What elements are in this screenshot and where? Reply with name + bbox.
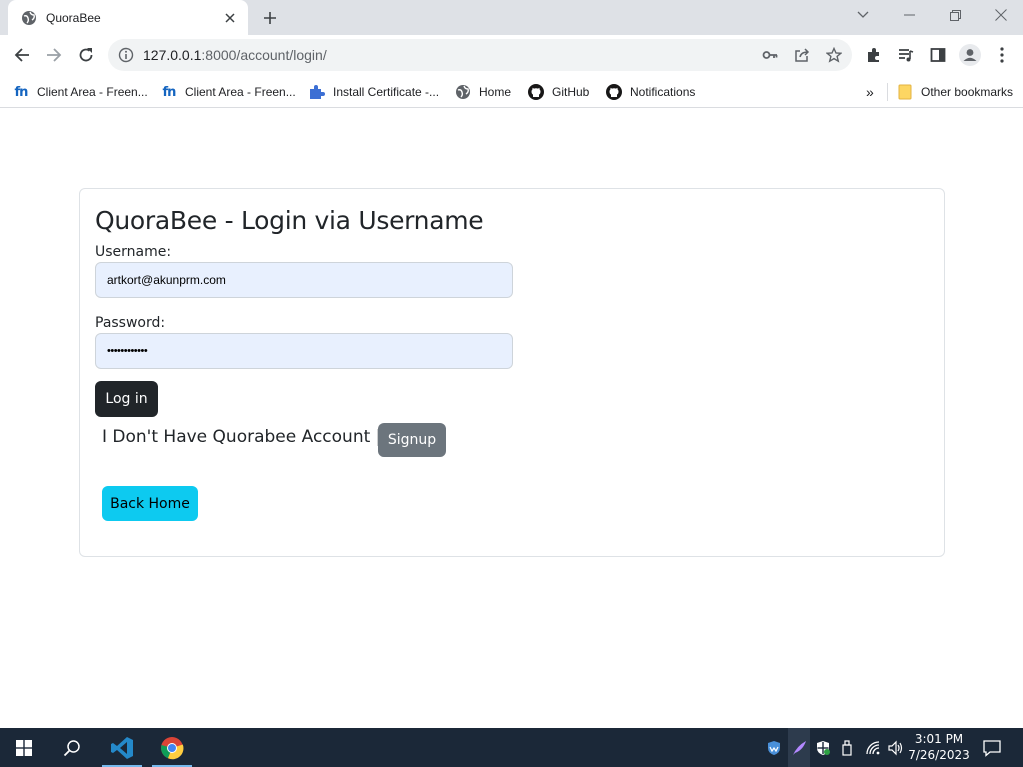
- search-icon[interactable]: [48, 728, 96, 767]
- page-title: QuoraBee - Login via Username: [95, 206, 484, 235]
- login-button[interactable]: Log in: [95, 381, 158, 417]
- url-path: :8000/account/login/: [201, 47, 327, 63]
- defender-tray-icon[interactable]: [762, 728, 786, 767]
- bookmark-client-area-1[interactable]: fn Client Area - Freen...: [13, 81, 148, 103]
- notifications-icon[interactable]: [978, 728, 1006, 767]
- folder-icon: [897, 84, 913, 100]
- password-input[interactable]: ••••••••••••: [95, 333, 513, 369]
- login-card: QuoraBee - Login via Username Username: …: [79, 188, 945, 557]
- bookmark-star-icon[interactable]: [822, 43, 846, 67]
- signup-button[interactable]: Signup: [378, 423, 446, 457]
- minimize-button[interactable]: [886, 0, 932, 30]
- restore-button[interactable]: [932, 0, 978, 30]
- info-icon[interactable]: [118, 47, 134, 63]
- chrome-icon[interactable]: [150, 728, 194, 767]
- bookmark-home[interactable]: Home: [455, 81, 511, 103]
- fn-logo: fn: [162, 84, 177, 100]
- globe-icon: [455, 84, 471, 100]
- extensions-icon[interactable]: [860, 41, 888, 69]
- bookmark-label: Client Area - Freen...: [37, 85, 148, 99]
- browser-toolbar: 127.0.0.1:8000/account/login/: [0, 35, 1023, 75]
- bookmark-label: Client Area - Freen...: [185, 85, 296, 99]
- bookmark-label: Home: [479, 85, 512, 99]
- bookmarks-overflow-button[interactable]: »: [866, 81, 874, 103]
- side-panel-icon[interactable]: [924, 41, 952, 69]
- bookmark-label: GitHub: [552, 85, 590, 99]
- new-tab-button[interactable]: [259, 7, 281, 29]
- bookmark-notifications[interactable]: Notifications: [606, 81, 695, 103]
- no-account-text: I Don't Have Quorabee Account |: [102, 427, 382, 447]
- clock-time: 3:01 PM: [914, 732, 964, 746]
- bookmark-label: Install Certificate -...: [333, 85, 440, 99]
- back-home-button[interactable]: Back Home: [102, 486, 198, 521]
- close-tab-icon[interactable]: [222, 10, 238, 26]
- address-bar[interactable]: 127.0.0.1:8000/account/login/: [108, 39, 852, 71]
- url-host: 127.0.0.1: [143, 47, 202, 63]
- bookmark-label: Notifications: [630, 85, 696, 99]
- taskbar: 3:01 PM 7/26/2023: [0, 728, 1023, 767]
- bookmarks-divider: [887, 83, 888, 101]
- back-button[interactable]: [8, 41, 36, 69]
- bookmark-github[interactable]: GitHub: [528, 81, 589, 103]
- fn-logo: fn: [14, 84, 29, 100]
- username-label: Username:: [95, 244, 172, 260]
- profile-avatar[interactable]: [956, 41, 984, 69]
- tab-strip: QuoraBee: [0, 0, 1023, 35]
- url-text: 127.0.0.1:8000/account/login/: [143, 47, 327, 63]
- volume-icon[interactable]: [884, 728, 906, 767]
- feather-tray-icon[interactable]: [788, 728, 810, 767]
- globe-icon: [21, 10, 37, 26]
- vscode-icon[interactable]: [100, 728, 144, 767]
- clock-date: 7/26/2023: [908, 748, 970, 762]
- other-bookmarks[interactable]: Other bookmarks: [897, 81, 1013, 103]
- bookmark-install-certificate[interactable]: Install Certificate -...: [309, 81, 439, 103]
- puzzle-icon: [309, 84, 325, 100]
- bookmark-client-area-2[interactable]: fn Client Area - Freen...: [161, 81, 296, 103]
- media-icon[interactable]: [892, 41, 920, 69]
- password-label: Password:: [95, 315, 166, 331]
- start-button[interactable]: [0, 728, 48, 767]
- close-window-button[interactable]: [978, 0, 1023, 30]
- network-icon[interactable]: [862, 728, 884, 767]
- key-icon[interactable]: [758, 43, 782, 67]
- github-icon: [606, 84, 622, 100]
- share-icon[interactable]: [790, 43, 814, 67]
- bookmarks-bar: fn Client Area - Freen... fn Client Area…: [0, 75, 1023, 108]
- tab-search-icon[interactable]: [840, 0, 886, 30]
- system-clock[interactable]: 3:01 PM 7/26/2023: [906, 731, 972, 763]
- browser-tab[interactable]: QuoraBee: [8, 0, 248, 35]
- other-bookmarks-label: Other bookmarks: [921, 85, 1014, 99]
- github-icon: [528, 84, 544, 100]
- username-input[interactable]: [95, 262, 513, 298]
- tab-title: QuoraBee: [46, 10, 101, 25]
- reload-button[interactable]: [72, 41, 100, 69]
- usb-tray-icon[interactable]: [836, 728, 858, 767]
- security-shield-icon[interactable]: [812, 728, 834, 767]
- menu-kebab-icon[interactable]: [988, 41, 1016, 69]
- forward-button[interactable]: [40, 41, 68, 69]
